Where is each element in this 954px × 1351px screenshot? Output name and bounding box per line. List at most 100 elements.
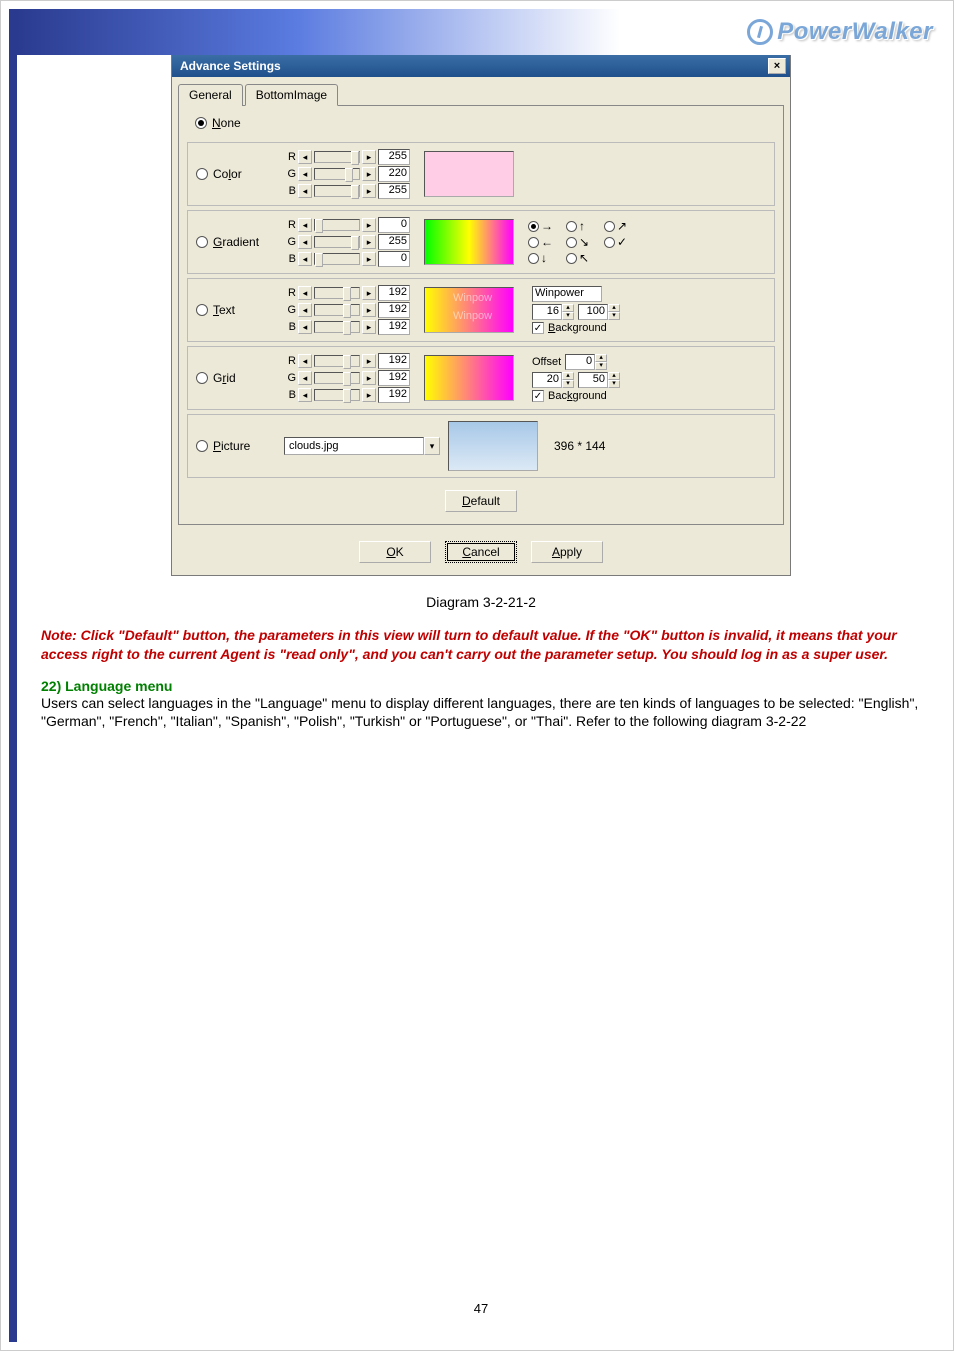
grid-offset3-spinner[interactable]: 50▴▾ bbox=[578, 372, 620, 388]
grid-offset1-spinner[interactable]: 0▴▾ bbox=[565, 354, 607, 370]
picture-preview bbox=[448, 421, 538, 471]
inc-button[interactable]: ▸ bbox=[362, 218, 376, 232]
tab-bottomimage[interactable]: BottomImage bbox=[245, 84, 338, 106]
dec-button[interactable]: ◂ bbox=[298, 371, 312, 385]
ok-button[interactable]: OK bbox=[359, 541, 431, 563]
radio-none[interactable]: None bbox=[195, 116, 275, 130]
logo-icon bbox=[747, 19, 773, 45]
text-size1-spinner[interactable]: 16▴▾ bbox=[532, 304, 574, 320]
cancel-button[interactable]: Cancel bbox=[445, 541, 517, 563]
text-size2-spinner[interactable]: 100▴▾ bbox=[578, 304, 620, 320]
arrow-upright-icon: ↗ bbox=[617, 219, 627, 233]
page-number: 47 bbox=[17, 1301, 945, 1316]
slider-b[interactable] bbox=[314, 253, 360, 265]
slider-r[interactable] bbox=[314, 355, 360, 367]
radio-grid[interactable]: Grid bbox=[196, 371, 276, 385]
inc-button[interactable]: ▸ bbox=[362, 184, 376, 198]
radio-text[interactable]: Text bbox=[196, 303, 276, 317]
arrow-right-icon: → bbox=[541, 219, 553, 233]
value-g[interactable]: 192 bbox=[378, 302, 410, 318]
dir-radio[interactable] bbox=[528, 221, 539, 232]
inc-button[interactable]: ▸ bbox=[362, 150, 376, 164]
value-r[interactable]: 0 bbox=[378, 217, 410, 233]
dir-radio[interactable] bbox=[566, 221, 577, 232]
dir-radio[interactable] bbox=[528, 253, 539, 264]
radio-color-label: Color bbox=[213, 167, 242, 181]
text-swatch: Winpow Winpow bbox=[424, 287, 514, 333]
dir-radio[interactable] bbox=[566, 237, 577, 248]
slider-g[interactable] bbox=[314, 168, 360, 180]
picture-dims: 396 * 144 bbox=[554, 439, 605, 453]
radio-color[interactable]: Color bbox=[196, 167, 276, 181]
inc-button[interactable]: ▸ bbox=[362, 235, 376, 249]
slider-r[interactable] bbox=[314, 219, 360, 231]
slider-g[interactable] bbox=[314, 372, 360, 384]
dir-radio[interactable] bbox=[604, 237, 615, 248]
text-extras: Winpower 16▴▾ 100▴▾ ✓ Background bbox=[532, 286, 620, 334]
inc-button[interactable]: ▸ bbox=[362, 286, 376, 300]
inc-button[interactable]: ▸ bbox=[362, 388, 376, 402]
dec-button[interactable]: ◂ bbox=[298, 286, 312, 300]
dec-button[interactable]: ◂ bbox=[298, 167, 312, 181]
dir-radio[interactable] bbox=[566, 253, 577, 264]
grid-background-checkbox[interactable]: ✓ bbox=[532, 390, 544, 402]
radio-picture[interactable]: Picture bbox=[196, 439, 276, 453]
inc-button[interactable]: ▸ bbox=[362, 167, 376, 181]
chevron-down-icon[interactable]: ▾ bbox=[424, 437, 440, 455]
text-background-checkbox[interactable]: ✓ bbox=[532, 322, 544, 334]
dec-button[interactable]: ◂ bbox=[298, 388, 312, 402]
row-gradient: Gradient R◂▸0 G◂▸255 B◂▸0 → ↑ ↗ ← ↘ ✓ ↓ … bbox=[187, 210, 775, 274]
slider-g[interactable] bbox=[314, 304, 360, 316]
value-b[interactable]: 0 bbox=[378, 251, 410, 267]
dec-button[interactable]: ◂ bbox=[298, 354, 312, 368]
inc-button[interactable]: ▸ bbox=[362, 320, 376, 334]
radio-grid-label: Grid bbox=[213, 371, 236, 385]
slider-r[interactable] bbox=[314, 151, 360, 163]
value-r[interactable]: 192 bbox=[378, 353, 410, 369]
grid-offset-label: Offset bbox=[532, 356, 561, 368]
dec-button[interactable]: ◂ bbox=[298, 184, 312, 198]
value-g[interactable]: 192 bbox=[378, 370, 410, 386]
dec-button[interactable]: ◂ bbox=[298, 320, 312, 334]
slider-r[interactable] bbox=[314, 287, 360, 299]
radio-dot-icon bbox=[196, 236, 208, 248]
dec-button[interactable]: ◂ bbox=[298, 235, 312, 249]
label-g: G bbox=[284, 168, 296, 180]
radio-picture-label: Picture bbox=[213, 439, 250, 453]
tab-general[interactable]: General bbox=[178, 84, 243, 106]
dec-button[interactable]: ◂ bbox=[298, 150, 312, 164]
slider-b[interactable] bbox=[314, 389, 360, 401]
picture-file-combo[interactable]: clouds.jpg ▾ bbox=[284, 437, 440, 455]
default-button[interactable]: Default bbox=[445, 490, 517, 512]
dialog-title: Advance Settings bbox=[180, 59, 281, 73]
arrow-downleft-icon: ✓ bbox=[617, 235, 627, 249]
slider-g[interactable] bbox=[314, 236, 360, 248]
apply-button[interactable]: Apply bbox=[531, 541, 603, 563]
watermark-text: Winpow bbox=[453, 310, 492, 322]
value-r[interactable]: 192 bbox=[378, 285, 410, 301]
value-b[interactable]: 192 bbox=[378, 319, 410, 335]
dir-radio[interactable] bbox=[604, 221, 615, 232]
close-button[interactable]: × bbox=[768, 58, 786, 74]
row-text: Text R◂▸192 G◂▸192 B◂▸192 Winpow Winpow … bbox=[187, 278, 775, 342]
slider-b[interactable] bbox=[314, 185, 360, 197]
value-b[interactable]: 255 bbox=[378, 183, 410, 199]
radio-gradient[interactable]: Gradient bbox=[196, 235, 276, 249]
inc-button[interactable]: ▸ bbox=[362, 371, 376, 385]
value-g[interactable]: 255 bbox=[378, 234, 410, 250]
inc-button[interactable]: ▸ bbox=[362, 252, 376, 266]
slider-b[interactable] bbox=[314, 321, 360, 333]
row-none: None bbox=[187, 114, 775, 138]
text-caption-field[interactable]: Winpower bbox=[532, 286, 602, 302]
value-b[interactable]: 192 bbox=[378, 387, 410, 403]
grid-offset2-spinner[interactable]: 20▴▾ bbox=[532, 372, 574, 388]
value-g[interactable]: 220 bbox=[378, 166, 410, 182]
inc-button[interactable]: ▸ bbox=[362, 354, 376, 368]
dir-radio[interactable] bbox=[528, 237, 539, 248]
dec-button[interactable]: ◂ bbox=[298, 303, 312, 317]
value-r[interactable]: 255 bbox=[378, 149, 410, 165]
dec-button[interactable]: ◂ bbox=[298, 252, 312, 266]
row-color: Color R◂▸255 G◂▸220 B◂▸255 bbox=[187, 142, 775, 206]
inc-button[interactable]: ▸ bbox=[362, 303, 376, 317]
dec-button[interactable]: ◂ bbox=[298, 218, 312, 232]
